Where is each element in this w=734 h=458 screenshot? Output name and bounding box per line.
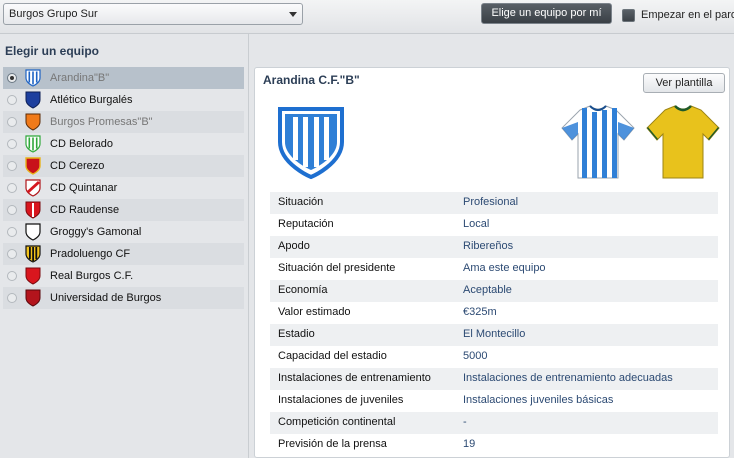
cd-raudense-crest-icon — [25, 201, 41, 219]
info-value: Local — [463, 218, 490, 230]
team-name: CD Quintanar — [50, 182, 118, 194]
choose-team-heading: Elegir un equipo — [5, 44, 100, 58]
info-value: Ama este equipo — [463, 262, 546, 274]
team-name: CD Raudense — [50, 204, 120, 216]
pradoluengo-cf-crest-icon — [25, 245, 41, 263]
team-row-burgos-promesas-b[interactable]: Burgos Promesas"B" — [3, 111, 244, 133]
info-label: Valor estimado — [278, 306, 351, 318]
info-value: Ribereños — [463, 240, 514, 252]
info-row: Capacidad del estadio 5000 — [270, 346, 718, 368]
team-radio[interactable] — [7, 183, 17, 193]
team-name: CD Belorado — [50, 138, 113, 150]
burgos-promesas-crest-icon — [25, 113, 41, 131]
pane-divider[interactable] — [248, 34, 249, 458]
info-label: Capacidad del estadio — [278, 350, 387, 362]
team-radio[interactable] — [7, 117, 17, 127]
team-name: Pradoluengo CF — [50, 248, 131, 260]
team-name: Burgos Promesas"B" — [50, 116, 153, 128]
info-row: Estadio El Montecillo — [270, 324, 718, 346]
team-radio[interactable] — [7, 293, 17, 303]
info-label: Instalaciones de entrenamiento — [278, 372, 431, 384]
team-list: Arandina"B" Atlético Burgalés Burgos Pro… — [3, 67, 244, 309]
team-details-title: Arandina C.F."B" — [263, 73, 360, 87]
team-name: Groggy's Gamonal — [50, 226, 142, 238]
team-radio[interactable] — [7, 227, 17, 237]
team-name: Universidad de Burgos — [50, 292, 162, 304]
info-label: Competición continental — [278, 416, 396, 428]
team-row-universidad-de-burgos[interactable]: Universidad de Burgos — [3, 287, 244, 309]
team-radio[interactable] — [7, 95, 17, 105]
start-unemployed-label: Empezar en el paro — [641, 9, 734, 21]
arandina-crest-icon — [25, 69, 41, 87]
team-row-arandina-b[interactable]: Arandina"B" — [3, 67, 244, 89]
team-name: Real Burgos C.F. — [50, 270, 134, 282]
team-name: Atlético Burgalés — [50, 94, 133, 106]
info-label: Estadio — [278, 328, 315, 340]
real-burgos-crest-icon — [25, 267, 41, 285]
team-row-cd-raudense[interactable]: CD Raudense — [3, 199, 244, 221]
info-value: Profesional — [463, 196, 519, 208]
chevron-down-icon — [289, 12, 297, 17]
team-name: CD Cerezo — [50, 160, 105, 172]
team-info-table: Situación Profesional Reputación Local A… — [270, 192, 718, 456]
info-label: Instalaciones de juveniles — [278, 394, 404, 406]
team-radio[interactable] — [7, 271, 17, 281]
home-kit-shirt-icon — [561, 105, 635, 179]
info-row: Instalaciones de juveniles Instalaciones… — [270, 390, 718, 412]
info-value: 19 — [463, 438, 476, 450]
info-value: El Montecillo — [463, 328, 526, 340]
start-unemployed-checkbox[interactable] — [622, 9, 635, 22]
info-value: Instalaciones de entrenamiento adecuadas — [463, 372, 673, 384]
team-name: Arandina"B" — [50, 72, 110, 84]
info-row: Reputación Local — [270, 214, 718, 236]
info-label: Reputación — [278, 218, 334, 230]
team-radio[interactable] — [7, 139, 17, 149]
team-details-panel: Arandina C.F."B" Ver plantilla Situación… — [254, 67, 730, 458]
info-value: €325m — [463, 306, 497, 318]
team-row-groggys-gamonal[interactable]: Groggy's Gamonal — [3, 221, 244, 243]
groggys-gamonal-crest-icon — [25, 223, 41, 241]
choose-team-for-me-button[interactable]: Elige un equipo por mí — [481, 3, 612, 24]
info-row: Apodo Ribereños — [270, 236, 718, 258]
team-radio[interactable] — [7, 161, 17, 171]
team-crest-large-icon — [278, 107, 344, 180]
division-select[interactable]: Burgos Grupo Sur — [3, 3, 303, 25]
team-row-real-burgos-cf[interactable]: Real Burgos C.F. — [3, 265, 244, 287]
team-row-cd-quintanar[interactable]: CD Quintanar — [3, 177, 244, 199]
info-row: Situación Profesional — [270, 192, 718, 214]
info-value: 5000 — [463, 350, 488, 362]
info-value: Instalaciones juveniles básicas — [463, 394, 614, 406]
team-radio[interactable] — [7, 249, 17, 259]
info-label: Previsión de la prensa — [278, 438, 387, 450]
team-radio[interactable] — [7, 205, 17, 215]
team-row-pradoluengo-cf[interactable]: Pradoluengo CF — [3, 243, 244, 265]
info-label: Economía — [278, 284, 328, 296]
cd-cerezo-crest-icon — [25, 157, 41, 175]
team-row-atletico-burgales[interactable]: Atlético Burgalés — [3, 89, 244, 111]
info-label: Situación — [278, 196, 324, 208]
view-squad-button[interactable]: Ver plantilla — [643, 73, 725, 93]
info-row: Competición continental - — [270, 412, 718, 434]
info-value: Aceptable — [463, 284, 512, 296]
info-row: Previsión de la prensa 19 — [270, 434, 718, 456]
cd-quintanar-crest-icon — [25, 179, 41, 197]
team-row-cd-cerezo[interactable]: CD Cerezo — [3, 155, 244, 177]
info-label: Apodo — [278, 240, 310, 252]
top-toolbar: Burgos Grupo Sur Elige un equipo por mí … — [0, 0, 734, 34]
atletico-burgales-crest-icon — [25, 91, 41, 109]
cd-belorado-crest-icon — [25, 135, 41, 153]
info-row: Instalaciones de entrenamiento Instalaci… — [270, 368, 718, 390]
team-radio[interactable] — [7, 73, 17, 83]
info-label: Situación del presidente — [278, 262, 396, 274]
team-row-cd-belorado[interactable]: CD Belorado — [3, 133, 244, 155]
universidad-de-burgos-crest-icon — [25, 289, 41, 307]
away-kit-shirt-icon — [646, 105, 720, 179]
info-value: - — [463, 416, 467, 428]
info-row: Economía Aceptable — [270, 280, 718, 302]
info-row: Valor estimado €325m — [270, 302, 718, 324]
division-select-value: Burgos Grupo Sur — [9, 8, 98, 20]
info-row: Situación del presidente Ama este equipo — [270, 258, 718, 280]
